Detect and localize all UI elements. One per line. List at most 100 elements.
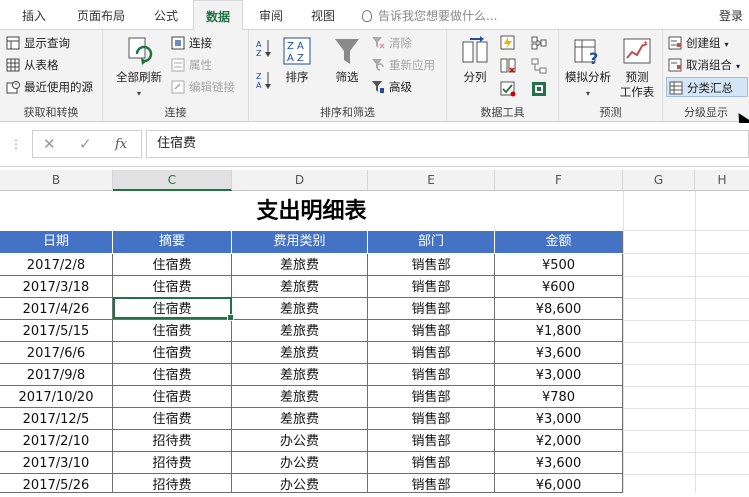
cell-expense-type[interactable]: 差旅费 <box>232 386 368 408</box>
edit-links-button[interactable]: 编辑链接 <box>171 77 235 97</box>
cell-expense-type[interactable]: 差旅费 <box>232 342 368 364</box>
cell-summary[interactable]: 住宿费 <box>113 386 232 408</box>
enter-icon[interactable]: ✓ <box>79 135 92 153</box>
cell-department[interactable]: 销售部 <box>368 298 495 320</box>
sort-descending-button[interactable]: ZA <box>256 70 272 90</box>
cell-amount[interactable]: ¥6,000 <box>495 474 623 493</box>
cell-department[interactable]: 销售部 <box>368 474 495 493</box>
cell-amount[interactable]: ¥3,000 <box>495 364 623 386</box>
cell-expense-type[interactable]: 差旅费 <box>232 364 368 386</box>
cell-amount[interactable]: ¥2,000 <box>495 430 623 452</box>
cell-expense-type[interactable]: 差旅费 <box>232 276 368 298</box>
recent-sources-button[interactable]: 最近使用的源 <box>6 77 93 97</box>
cell-department[interactable]: 销售部 <box>368 342 495 364</box>
connections-button[interactable]: 连接 <box>171 33 212 53</box>
tab-formulas[interactable]: 公式 <box>140 0 192 30</box>
column-header-h[interactable]: H <box>695 170 749 191</box>
cell-summary[interactable]: 招待费 <box>113 430 232 452</box>
cell-department[interactable]: 销售部 <box>368 364 495 386</box>
what-if-analysis-button[interactable]: ? 模拟分析 ▾ <box>561 36 615 101</box>
cell-summary[interactable]: 住宿费 <box>113 342 232 364</box>
column-header-b[interactable]: B <box>0 170 113 191</box>
header-expense-type[interactable]: 费用类别 <box>232 231 368 253</box>
column-header-e[interactable]: E <box>368 170 495 191</box>
cell-date[interactable]: 2017/12/5 <box>0 408 113 430</box>
cell-amount[interactable]: ¥600 <box>495 276 623 298</box>
cell-expense-type[interactable]: 差旅费 <box>232 254 368 276</box>
flash-fill-icon[interactable] <box>500 35 516 51</box>
cell-expense-type[interactable]: 办公费 <box>232 452 368 474</box>
cell-date[interactable]: 2017/5/15 <box>0 320 113 342</box>
cell-date[interactable]: 2017/9/8 <box>0 364 113 386</box>
cancel-icon[interactable]: ✕ <box>43 135 56 153</box>
from-table-button[interactable]: 从表格 <box>6 55 59 75</box>
header-summary[interactable]: 摘要 <box>113 231 232 253</box>
cell-date[interactable]: 2017/4/26 <box>0 298 113 320</box>
tab-review[interactable]: 审阅 <box>246 0 296 30</box>
show-queries-button[interactable]: 显示查询 <box>6 33 70 53</box>
cell-date[interactable]: 2017/6/6 <box>0 342 113 364</box>
cell-expense-type[interactable]: 办公费 <box>232 430 368 452</box>
group-button[interactable]: 创建组 ▾ <box>668 33 729 53</box>
cell-amount[interactable]: ¥780 <box>495 386 623 408</box>
cell-date[interactable]: 2017/5/26 <box>0 474 113 493</box>
worksheet-grid[interactable]: B C D E F G H 支出明细表 日期 摘要 费用类别 部门 金额 201… <box>0 170 749 493</box>
sheet-title[interactable]: 支出明细表 <box>0 192 623 230</box>
cell-amount[interactable]: ¥3,600 <box>495 452 623 474</box>
remove-duplicates-icon[interactable] <box>500 58 516 74</box>
cell-summary[interactable]: 住宿费 <box>113 364 232 386</box>
advanced-button[interactable]: 高级 <box>371 77 412 97</box>
cell-summary[interactable]: 招待费 <box>113 474 232 493</box>
properties-button[interactable]: 属性 <box>171 55 212 75</box>
insert-function-icon[interactable]: fx <box>115 137 127 152</box>
column-header-g[interactable]: G <box>623 170 695 191</box>
cell-summary[interactable]: 住宿费 <box>113 254 232 276</box>
filter-button[interactable]: 筛选 <box>329 36 365 85</box>
subtotal-button[interactable]: 分类汇总 <box>666 77 748 97</box>
forecast-sheet-button[interactable]: 预测 工作表 <box>615 36 659 100</box>
cell-expense-type[interactable]: 办公费 <box>232 474 368 493</box>
ungroup-button[interactable]: 取消组合 ▾ <box>668 55 740 75</box>
cell-expense-type[interactable]: 差旅费 <box>232 320 368 342</box>
cell-date[interactable]: 2017/2/10 <box>0 430 113 452</box>
cell-date[interactable]: 2017/3/10 <box>0 452 113 474</box>
manage-data-model-icon[interactable] <box>531 81 547 97</box>
sort-ascending-button[interactable]: AZ <box>256 38 272 58</box>
tell-me-box[interactable]: 告诉我您想要做什么... <box>362 0 497 30</box>
cell-date[interactable]: 2017/3/18 <box>0 276 113 298</box>
cell-expense-type[interactable]: 差旅费 <box>232 298 368 320</box>
cell-department[interactable]: 销售部 <box>368 386 495 408</box>
tab-view[interactable]: 视图 <box>298 0 348 30</box>
cell-department[interactable]: 销售部 <box>368 320 495 342</box>
header-date[interactable]: 日期 <box>0 231 113 253</box>
cell-amount[interactable]: ¥3,600 <box>495 342 623 364</box>
cell-amount[interactable]: ¥8,600 <box>495 298 623 320</box>
cell-date[interactable]: 2017/2/8 <box>0 254 113 276</box>
clear-button[interactable]: 清除 <box>371 33 412 53</box>
header-department[interactable]: 部门 <box>368 231 495 253</box>
column-header-d[interactable]: D <box>232 170 368 191</box>
refresh-all-button[interactable]: 全部刷新 ▾ <box>109 36 169 101</box>
tab-page-layout[interactable]: 页面布局 <box>62 0 140 30</box>
cell-expense-type[interactable]: 差旅费 <box>232 408 368 430</box>
header-amount[interactable]: 金额 <box>495 231 623 253</box>
tab-data[interactable]: 数据 <box>193 0 243 31</box>
text-to-columns-button[interactable]: 分列 <box>453 36 497 85</box>
sort-button[interactable]: Z AA Z 排序 <box>279 36 315 85</box>
formula-input[interactable]: 住宿费 <box>146 130 749 158</box>
cell-department[interactable]: 销售部 <box>368 430 495 452</box>
cell-department[interactable]: 销售部 <box>368 452 495 474</box>
cell-department[interactable]: 销售部 <box>368 408 495 430</box>
cell-amount[interactable]: ¥500 <box>495 254 623 276</box>
data-validation-icon[interactable] <box>500 81 516 97</box>
cell-amount[interactable]: ¥1,800 <box>495 320 623 342</box>
tab-insert[interactable]: 插入 <box>8 0 60 30</box>
cell-department[interactable]: 销售部 <box>368 254 495 276</box>
cell-date[interactable]: 2017/10/20 <box>0 386 113 408</box>
cell-summary[interactable]: 招待费 <box>113 452 232 474</box>
cell-summary[interactable]: 住宿费 <box>113 408 232 430</box>
cell-amount[interactable]: ¥3,000 <box>495 408 623 430</box>
reapply-button[interactable]: 重新应用 <box>371 55 435 75</box>
cell-summary[interactable]: 住宿费 <box>113 320 232 342</box>
column-header-c[interactable]: C <box>113 170 232 191</box>
